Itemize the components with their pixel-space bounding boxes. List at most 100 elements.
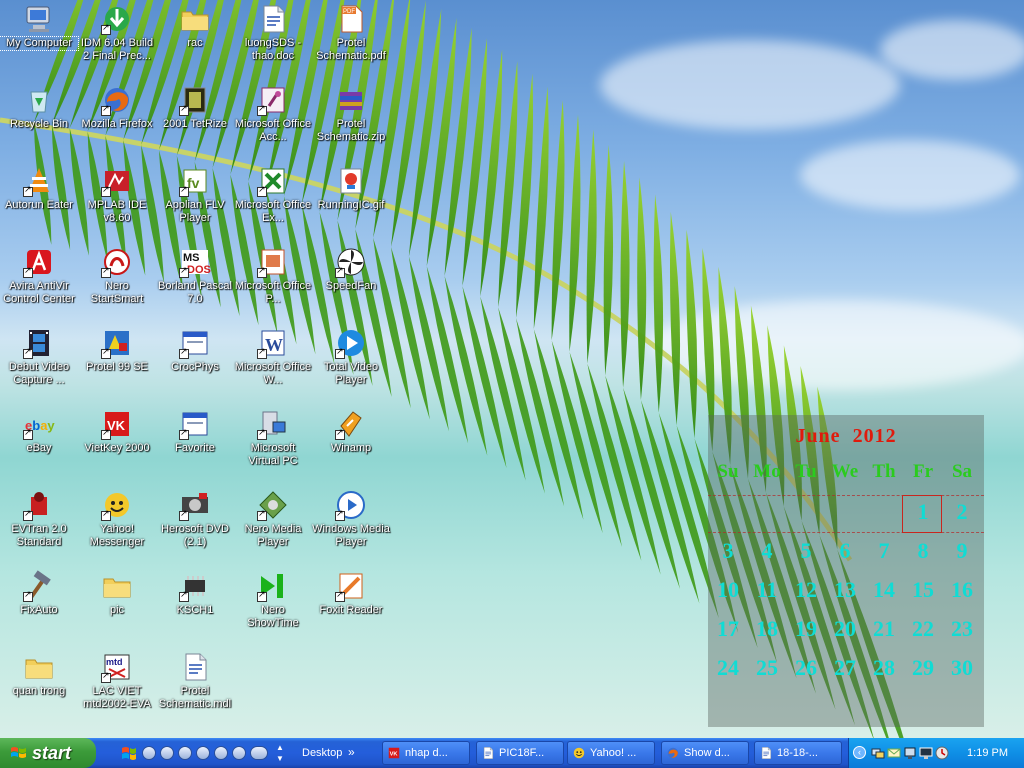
desktop-icon[interactable]: SpeedFan — [312, 246, 390, 293]
desktop-icon[interactable]: Microsoft Office Ex... — [234, 165, 312, 225]
desktop-icon-label: Favorite — [175, 442, 215, 454]
calendar-weekday: Tu — [795, 461, 817, 482]
show-hidden-icons-button[interactable]: ‹ — [853, 746, 866, 759]
desktop-icon-label: Total Video Player — [323, 361, 379, 386]
shortcut-arrow-icon — [257, 184, 267, 197]
desktop-icon-label: Nero StartSmart — [90, 280, 144, 305]
shortcut-arrow-icon — [101, 508, 111, 521]
wmp-icon — [335, 489, 367, 521]
desktop-toolbar-label[interactable]: Desktop — [302, 738, 342, 768]
desktop-icon-label: Yahoo! Messenger — [89, 523, 145, 548]
word-doc-icon — [759, 746, 773, 760]
desktop-icon[interactable]: Total Video Player — [312, 327, 390, 387]
winamp-icon — [335, 408, 367, 440]
film-icon — [23, 327, 55, 359]
calendar-day: 2 — [956, 499, 968, 524]
desktop-icon[interactable]: Nero ShowTime — [234, 570, 312, 630]
shortcut-arrow-icon — [257, 265, 267, 278]
connection-icon[interactable] — [903, 746, 917, 760]
desktop-icon[interactable]: Recycle Bin — [0, 84, 78, 131]
toolbar-overflow-chevron[interactable]: » — [348, 738, 355, 766]
desktop[interactable]: My ComputerIDM 6.04 Build 2 Final Prec..… — [0, 0, 1024, 738]
avira-icon — [23, 246, 55, 278]
desktop-icon[interactable]: Mozilla Firefox — [78, 84, 156, 131]
start-button[interactable]: start — [0, 738, 96, 768]
desktop-icon[interactable]: Windows Media Player — [312, 489, 390, 549]
desktop-icon[interactable]: Autorun Eater — [0, 165, 78, 212]
desktop-icon[interactable]: Nero Media Player — [234, 489, 312, 549]
rewind-icon[interactable] — [232, 746, 246, 760]
monitor-icon[interactable] — [919, 746, 933, 760]
yahoo-icon — [572, 746, 586, 760]
nero-icon — [101, 246, 133, 278]
taskbar-window-button[interactable]: VK nhap d... — [382, 741, 470, 765]
desktop-icon[interactable]: Protel 99 SE — [78, 327, 156, 374]
desktop-icon[interactable]: RunningIC.gif — [312, 165, 390, 212]
desktop-icon[interactable]: Avira AntiVir Control Center — [0, 246, 78, 306]
pause-icon[interactable] — [160, 746, 174, 760]
desktop-icon-label: Protel Schematic.pdf — [316, 37, 386, 62]
desktop-icon-label: Borland Pascal 7.0 — [158, 280, 232, 305]
desktop-icon[interactable]: Microsoft Office P... — [234, 246, 312, 306]
recycle-bin-icon — [23, 84, 55, 116]
calendar-day: 26 — [795, 655, 817, 680]
volume-icon[interactable] — [250, 746, 268, 760]
shortcut-arrow-icon — [23, 265, 33, 278]
powerpoint-icon — [257, 246, 289, 278]
desktop-icon[interactable]: KSCH1 — [156, 570, 234, 617]
network-icon[interactable] — [871, 746, 885, 760]
desktop-icon[interactable]: Protel Schematic.mdl — [156, 651, 234, 711]
desktop-icon[interactable]: MSDOSBorland Pascal 7.0 — [156, 246, 234, 306]
desktop-icon-label: rac — [187, 37, 203, 49]
taskbar-window-button[interactable]: Yahoo! ... — [567, 741, 655, 765]
desktop-icon[interactable]: quan trong — [0, 651, 78, 698]
desktop-icon[interactable]: CrocPhys — [156, 327, 234, 374]
desktop-icon[interactable]: VK VietKey 2000 — [78, 408, 156, 455]
media-menu-icon[interactable] — [142, 746, 156, 760]
desktop-icon[interactable]: EVTran 2.0 Standard — [0, 489, 78, 549]
taskbar-window-button[interactable]: Show d... — [661, 741, 749, 765]
desktop-icon[interactable]: IDM 6.04 Build 2 Final Prec... — [78, 3, 156, 63]
desktop-icon[interactable]: PDF Protel Schematic.pdf — [312, 3, 390, 63]
stop-icon[interactable] — [178, 746, 192, 760]
desktop-icon[interactable]: MPLAB IDE v8.60 — [78, 165, 156, 225]
desktop-icon[interactable]: mtd LAC VIET mtd2002-EVA — [78, 651, 156, 711]
desktop-icon[interactable]: 2001 TetRize — [156, 84, 234, 131]
desktop-icon[interactable]: Microsoft Virtual PC — [234, 408, 312, 468]
desktop-icon[interactable]: Yahoo! Messenger — [78, 489, 156, 549]
shortcut-arrow-icon — [179, 427, 189, 440]
pdf-icon: PDF — [335, 3, 367, 35]
desktop-icon[interactable]: My Computer — [0, 3, 79, 51]
desktop-icon[interactable]: Debut Video Capture ... — [0, 327, 78, 387]
mplab-icon — [101, 165, 133, 197]
desktop-icon[interactable]: rac — [156, 3, 234, 50]
desktop-icon[interactable]: Herosoft DVD (2.1) — [156, 489, 234, 549]
desktop-icon[interactable]: Foxit Reader — [312, 570, 390, 617]
windows-media-icon[interactable] — [120, 744, 138, 762]
desktop-icon[interactable]: luongSDS - thao.doc — [234, 3, 312, 63]
shortcut-arrow-icon — [257, 103, 267, 116]
desktop-icon[interactable]: Favorite — [156, 408, 234, 455]
desktop-icon[interactable]: FixAuto — [0, 570, 78, 617]
taskbar-window-button[interactable]: 18-18-... — [754, 741, 842, 765]
previous-track-icon[interactable] — [196, 746, 210, 760]
desktop-icon-label: Autorun Eater — [5, 199, 73, 211]
calendar-weekday: Fr — [912, 461, 934, 482]
desktop-icon[interactable]: Winamp — [312, 408, 390, 455]
desktop-icon[interactable]: Protel Schematic.zip — [312, 84, 390, 144]
desktop-icon[interactable]: Nero StartSmart — [78, 246, 156, 306]
next-track-icon[interactable] — [214, 746, 228, 760]
taskbar-window-button[interactable]: PIC18F... — [476, 741, 564, 765]
mail-icon[interactable] — [887, 746, 901, 760]
desktop-icon[interactable]: Microsoft Office Acc... — [234, 84, 312, 144]
toolbar-resize-handle[interactable]: ▲ ▼ — [276, 742, 284, 764]
calendar-day: 23 — [951, 616, 973, 641]
desktop-icon[interactable]: W Microsoft Office W... — [234, 327, 312, 387]
desktop-icon[interactable]: pic — [78, 570, 156, 617]
desktop-icon[interactable]: fvApplian FLV Player — [156, 165, 234, 225]
play-icon — [335, 327, 367, 359]
evtran-icon — [23, 489, 55, 521]
antivirus-tray-icon[interactable] — [935, 746, 949, 760]
desktop-icon[interactable]: ebay eBay — [0, 408, 78, 455]
clock[interactable]: 1:19 PM — [967, 738, 1008, 768]
